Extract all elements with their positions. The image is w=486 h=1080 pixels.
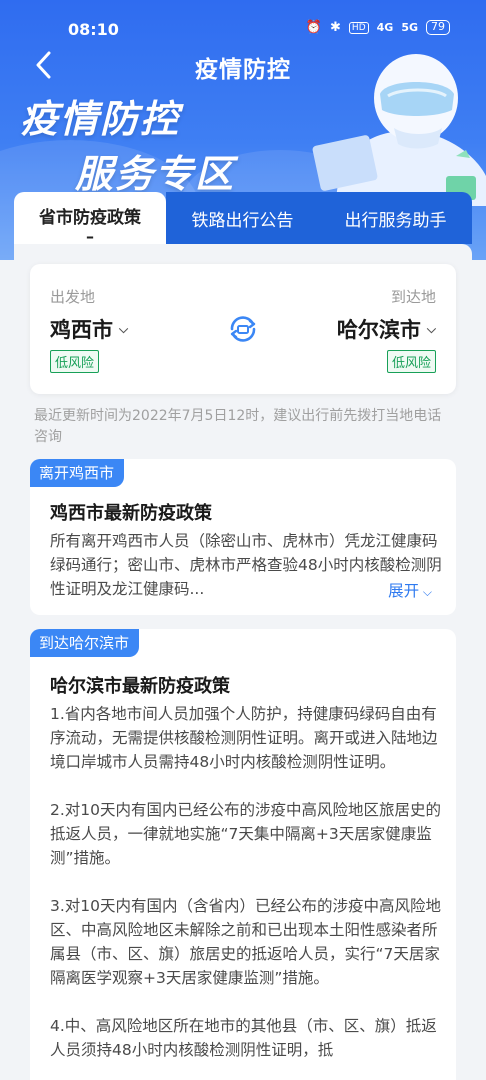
arrival-policy-title: 哈尔滨市最新防疫政策 bbox=[50, 676, 230, 697]
battery-icon: 79 bbox=[426, 20, 450, 35]
status-icons: ⏰ ✱ HD 4G 5G 79 bbox=[306, 20, 450, 35]
arrival-tag: 到达哈尔滨市 bbox=[30, 629, 140, 657]
from-label: 出发地 bbox=[50, 288, 96, 306]
tab-label: 省市防疫政策 bbox=[39, 207, 141, 228]
banner-title: 疫情防控 服务专区 bbox=[20, 88, 235, 198]
page-title: 疫情防控 bbox=[195, 57, 291, 83]
alarm-icon: ⏰ bbox=[305, 20, 323, 35]
tab-label: 出行服务助手 bbox=[344, 210, 447, 231]
tab-provincial-policy[interactable]: 省市防疫政策 – bbox=[14, 192, 166, 244]
chevron-down-icon: ⌵ bbox=[426, 321, 436, 336]
route-selector-card: 出发地 鸡西市 ⌵ 低风险 到达地 哈尔滨市 ⌵ 低风险 bbox=[30, 264, 456, 394]
from-city-name: 鸡西市 bbox=[50, 318, 113, 342]
tab-label: 铁路出行公告 bbox=[191, 210, 294, 231]
to-label: 到达地 bbox=[390, 288, 436, 306]
arrival-policy-text: 1.省内各地市间人员加强个人防护，持健康码绿码自由有序流动，无需提供核酸检测阴性… bbox=[50, 705, 442, 1059]
expand-button[interactable]: 展开 ⌵ bbox=[370, 579, 432, 601]
tab-railway-notice[interactable]: 铁路出行公告 bbox=[166, 192, 319, 244]
arrival-policy-card: 到达哈尔滨市 哈尔滨市最新防疫政策 1.省内各地市间人员加强个人防护，持健康码绿… bbox=[30, 629, 456, 1080]
status-time: 08:10 bbox=[68, 20, 119, 39]
bluetooth-icon: ✱ bbox=[330, 20, 341, 35]
nav-bar: 疫情防控 bbox=[0, 40, 486, 90]
departure-policy-card: 离开鸡西市 鸡西市最新防疫政策 所有离开鸡西市人员（除密山市、虎林市）凭龙江健康… bbox=[30, 459, 456, 615]
update-time-note: 最近更新时间为2022年7月5日12时，建议出行前先拨打当地电话咨询 bbox=[34, 408, 442, 445]
signal-4g-icon: 4G bbox=[376, 21, 394, 34]
departure-tag: 离开鸡西市 bbox=[30, 459, 125, 487]
active-tab-indicator: – bbox=[86, 226, 94, 246]
expand-label: 展开 bbox=[388, 582, 420, 600]
hd-icon: HD bbox=[348, 21, 369, 34]
status-bar: 08:10 ⏰ ✱ HD 4G 5G 79 bbox=[0, 0, 486, 39]
from-city-selector[interactable]: 鸡西市 ⌵ bbox=[50, 314, 128, 344]
tab-travel-assistant[interactable]: 出行服务助手 bbox=[319, 192, 472, 244]
to-risk-badge: 低风险 bbox=[386, 350, 436, 373]
signal-5g-icon: 5G bbox=[401, 21, 418, 34]
banner-line-2: 服务专区 bbox=[75, 152, 236, 196]
from-risk-badge: 低风险 bbox=[50, 350, 100, 373]
banner-line-1: 疫情防控 bbox=[20, 97, 181, 141]
departure-policy-title: 鸡西市最新防疫政策 bbox=[50, 503, 212, 524]
to-city-name: 哈尔滨市 bbox=[336, 318, 421, 342]
to-city-selector[interactable]: 哈尔滨市 ⌵ bbox=[337, 314, 436, 344]
tab-bar: 省市防疫政策 – 铁路出行公告 出行服务助手 bbox=[14, 192, 472, 244]
swap-route-icon[interactable] bbox=[226, 312, 260, 346]
chevron-down-icon: ⌵ bbox=[419, 585, 432, 599]
chevron-down-icon: ⌵ bbox=[119, 321, 129, 336]
